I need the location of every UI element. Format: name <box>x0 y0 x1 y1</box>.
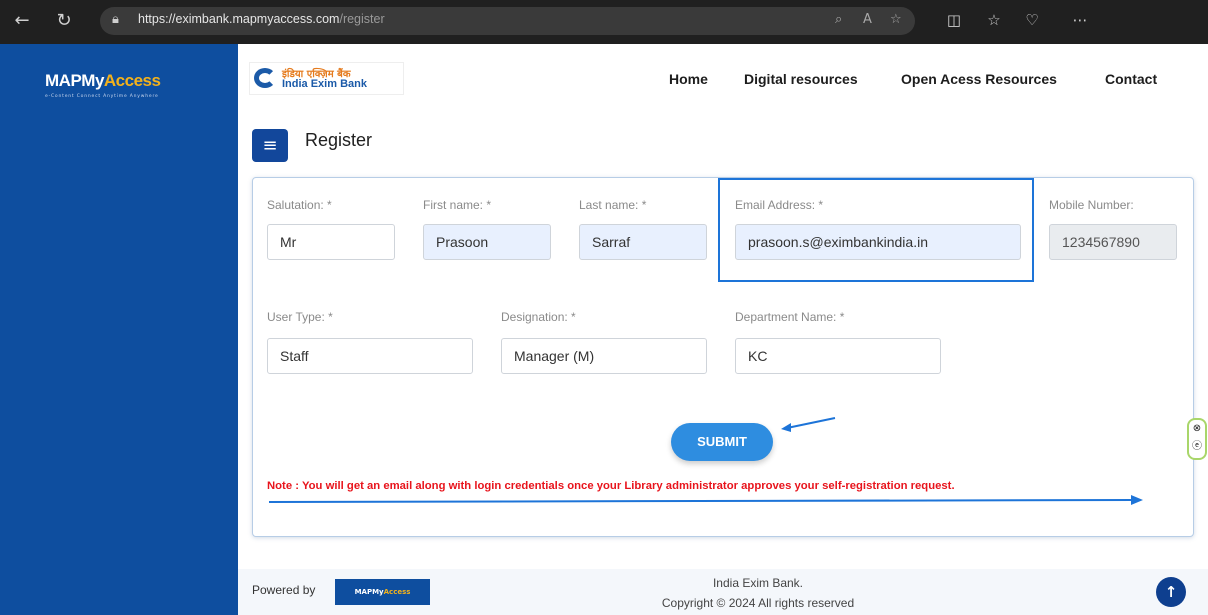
url-text: https://eximbank.mapmyaccess.com/registe… <box>138 12 385 26</box>
top-navbar: इंडिया एक्ज़िम बैंक India Exim Bank Home… <box>238 44 1208 114</box>
split-screen-icon[interactable]: ◫ <box>944 11 964 29</box>
lock-icon: 🔒︎ <box>112 12 119 27</box>
last-name-label: Last name: * <box>579 198 647 212</box>
bank-logo-mark-icon <box>254 68 276 88</box>
nav-home[interactable]: Home <box>669 71 708 87</box>
favorites-icon[interactable]: ☆ <box>984 11 1004 29</box>
last-name-input[interactable]: Sarraf <box>579 224 707 260</box>
sidebar: MAPMyAccess e-Content Connect Anytime An… <box>0 44 238 615</box>
browser-toolbar: ← ↻ 🔒︎ https://eximbank.mapmyaccess.com/… <box>0 0 1208 44</box>
first-name-label: First name: * <box>423 198 492 212</box>
bank-english-name: India Exim Bank <box>282 78 367 90</box>
user-type-select[interactable]: Staff <box>267 338 473 374</box>
more-menu-icon[interactable]: ⋯ <box>1070 11 1090 29</box>
nav-contact[interactable]: Contact <box>1105 71 1157 87</box>
email-label: Email Address: * <box>735 198 824 212</box>
register-form: Salutation: * Mr First name: * Prasoon L… <box>252 177 1194 537</box>
user-type-label: User Type: * <box>267 310 333 324</box>
read-aloud-icon[interactable]: A <box>863 12 872 27</box>
registration-note: Note : You will get an email along with … <box>267 480 955 492</box>
main-content: इंडिया एक्ज़िम बैंक India Exim Bank Home… <box>238 44 1208 615</box>
health-icon[interactable]: ♡ <box>1022 11 1042 29</box>
submit-button[interactable]: SUBMIT <box>671 423 773 461</box>
nav-digital-resources[interactable]: Digital resources <box>744 71 858 87</box>
mobile-input[interactable]: 1234567890 <box>1049 224 1177 260</box>
submit-arrow-annotation <box>781 417 836 432</box>
email-input[interactable]: prasoon.s@eximbankindia.in <box>735 224 1021 260</box>
india-exim-bank-logo[interactable]: इंडिया एक्ज़िम बैंक India Exim Bank <box>249 62 404 95</box>
favorite-star-icon[interactable]: ☆ <box>890 12 902 27</box>
salutation-input[interactable]: Mr <box>267 224 395 260</box>
page-title: Register <box>305 130 373 150</box>
first-name-input[interactable]: Prasoon <box>423 224 551 260</box>
close-circle-icon[interactable]: ⊗ <box>1189 420 1205 438</box>
salutation-label: Salutation: * <box>267 198 332 212</box>
footer-mapmyaccess-logo[interactable]: MAPMyAccess <box>335 579 430 605</box>
department-input[interactable]: KC <box>735 338 941 374</box>
address-bar[interactable]: 🔒︎ https://eximbank.mapmyaccess.com/regi… <box>100 7 915 35</box>
hamburger-menu-icon[interactable]: ≡ <box>252 129 288 162</box>
mobile-label: Mobile Number: <box>1049 198 1134 212</box>
footer-copyright: India Exim Bank. Copyright © 2024 All ri… <box>618 573 898 613</box>
extension-e-icon[interactable]: ⓔ <box>1189 438 1205 456</box>
search-icon[interactable]: ⌕ <box>835 12 842 27</box>
reload-icon[interactable]: ↻ <box>52 9 76 33</box>
note-underline-arrow-annotation <box>268 495 1143 505</box>
designation-label: Designation: * <box>501 310 576 324</box>
scroll-to-top-icon[interactable]: ↑ <box>1156 577 1186 607</box>
designation-select[interactable]: Manager (M) <box>501 338 707 374</box>
footer-org-name: India Exim Bank. <box>712 576 804 590</box>
logo-tagline: e-Content Connect Anytime Anywhere <box>45 94 159 99</box>
footer-copyright-text: Copyright © 2024 All rights reserved <box>661 596 855 610</box>
floating-widget[interactable]: ⊗ ⓔ <box>1187 418 1207 460</box>
nav-open-access-resources[interactable]: Open Acess Resources <box>901 71 1057 87</box>
footer: Powered by MAPMyAccess India Exim Bank. … <box>238 569 1208 615</box>
department-label: Department Name: * <box>735 310 845 324</box>
powered-by-label: Powered by <box>252 583 316 597</box>
back-arrow-icon[interactable]: ← <box>10 9 34 33</box>
mapmyaccess-logo[interactable]: MAPMyAccess <box>45 71 161 91</box>
